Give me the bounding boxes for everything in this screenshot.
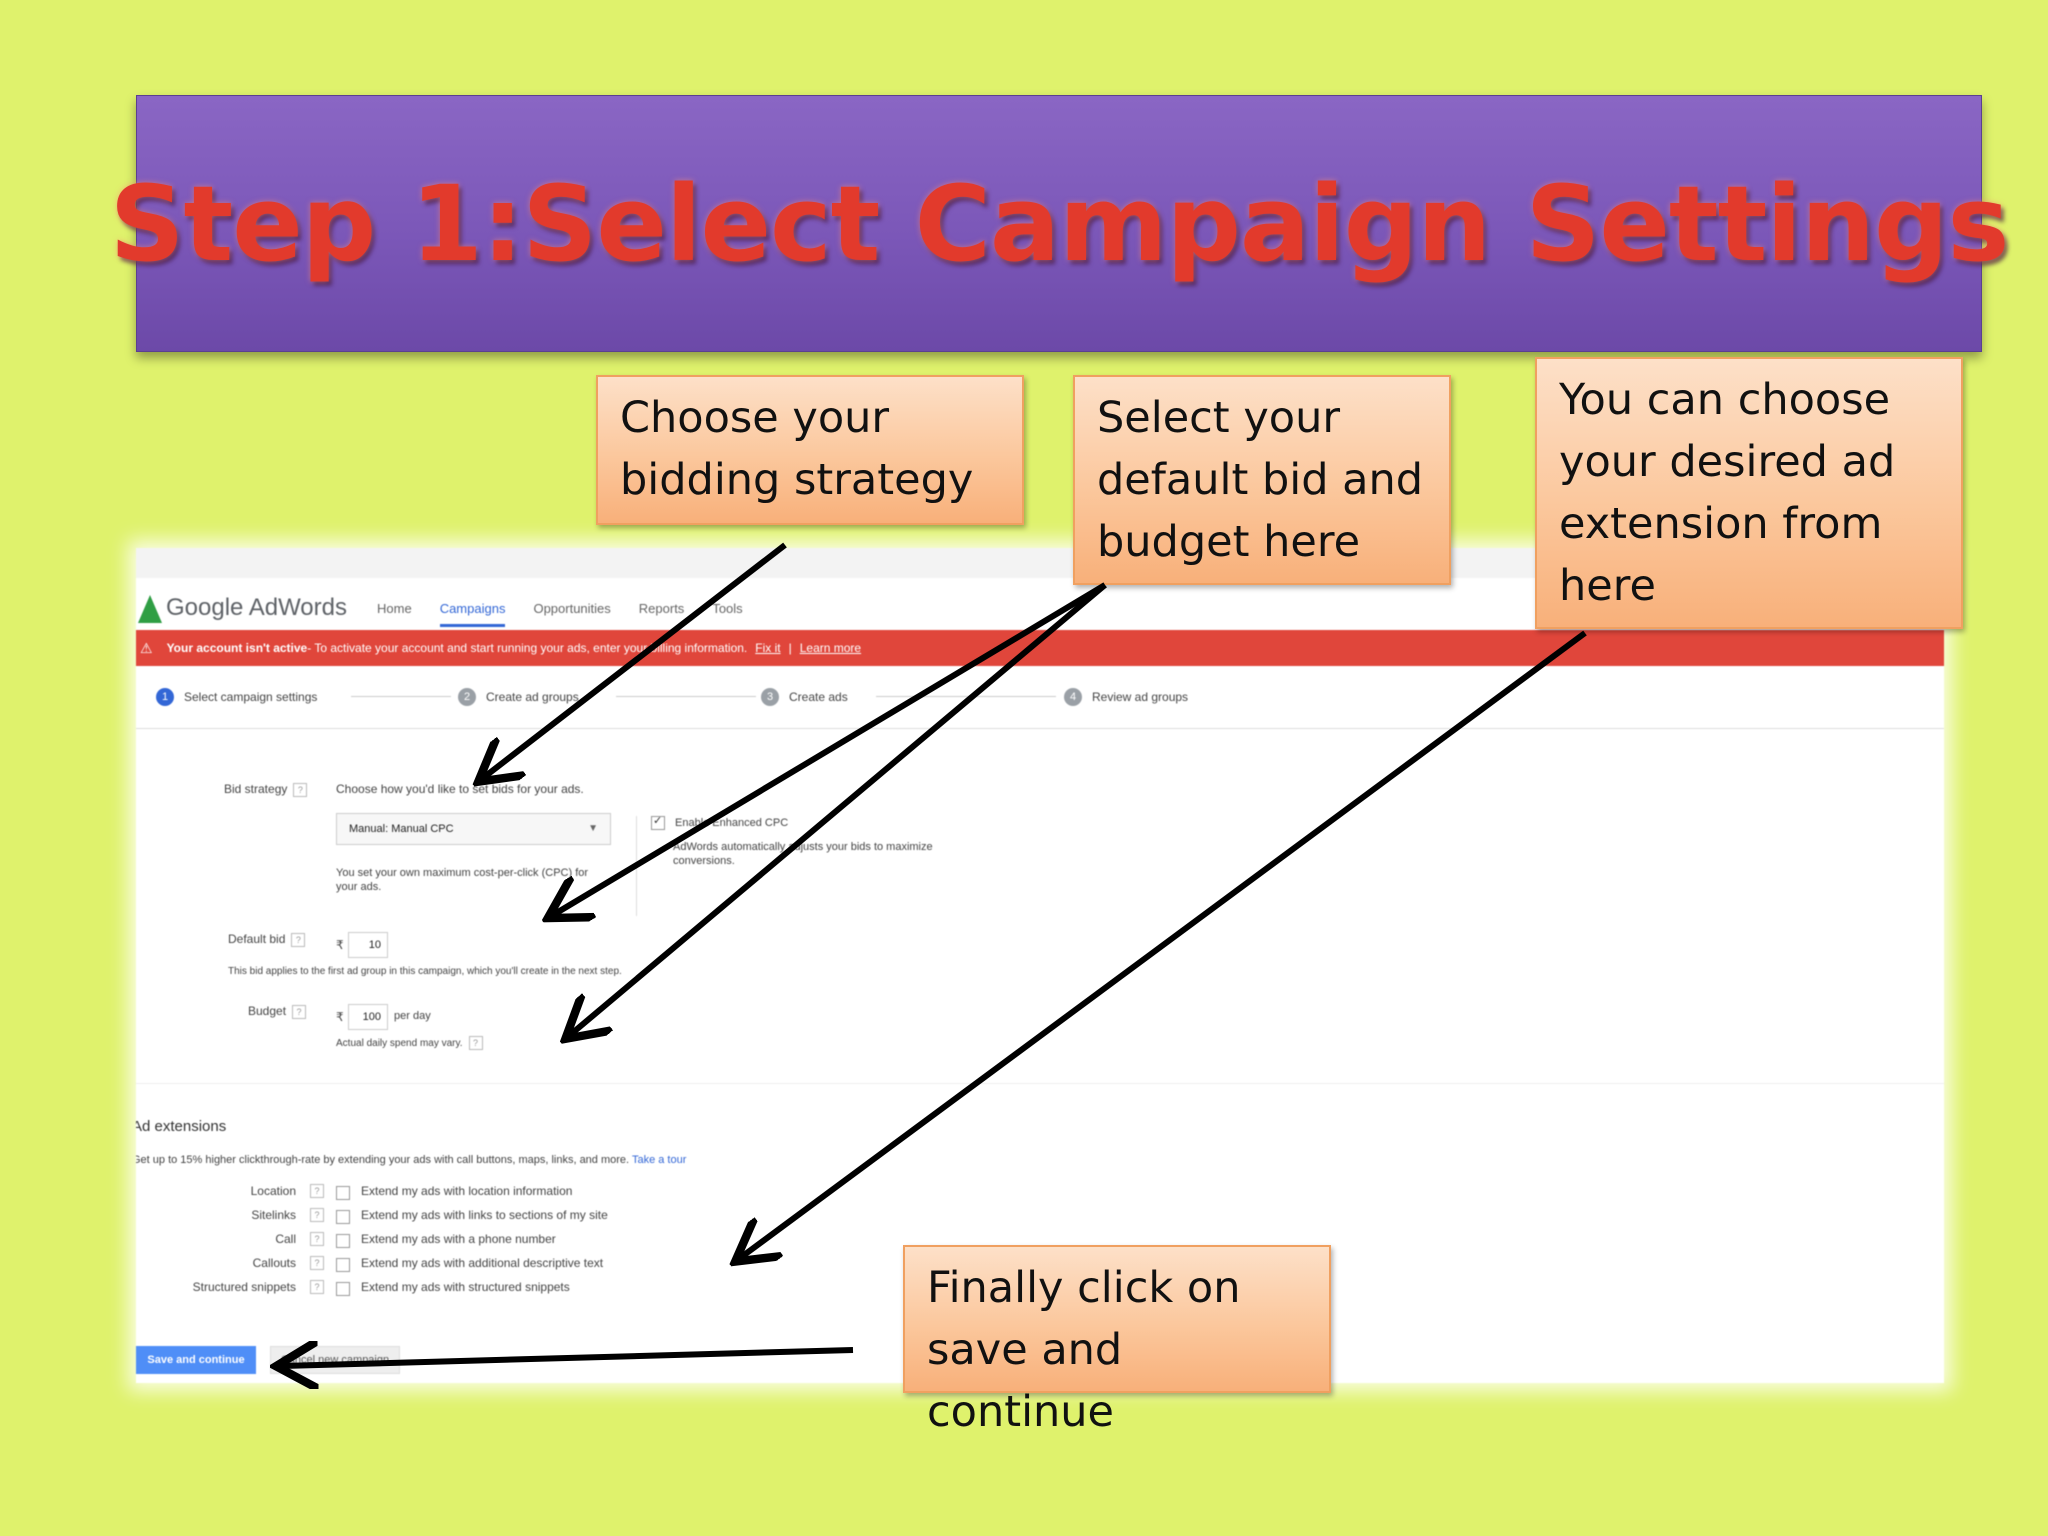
arrow-to-save-button — [282, 1350, 854, 1366]
arrow-to-default-bid — [553, 582, 1107, 915]
arrow-to-bid-strategy — [483, 542, 787, 778]
annotation-arrows — [0, 542, 1587, 1536]
